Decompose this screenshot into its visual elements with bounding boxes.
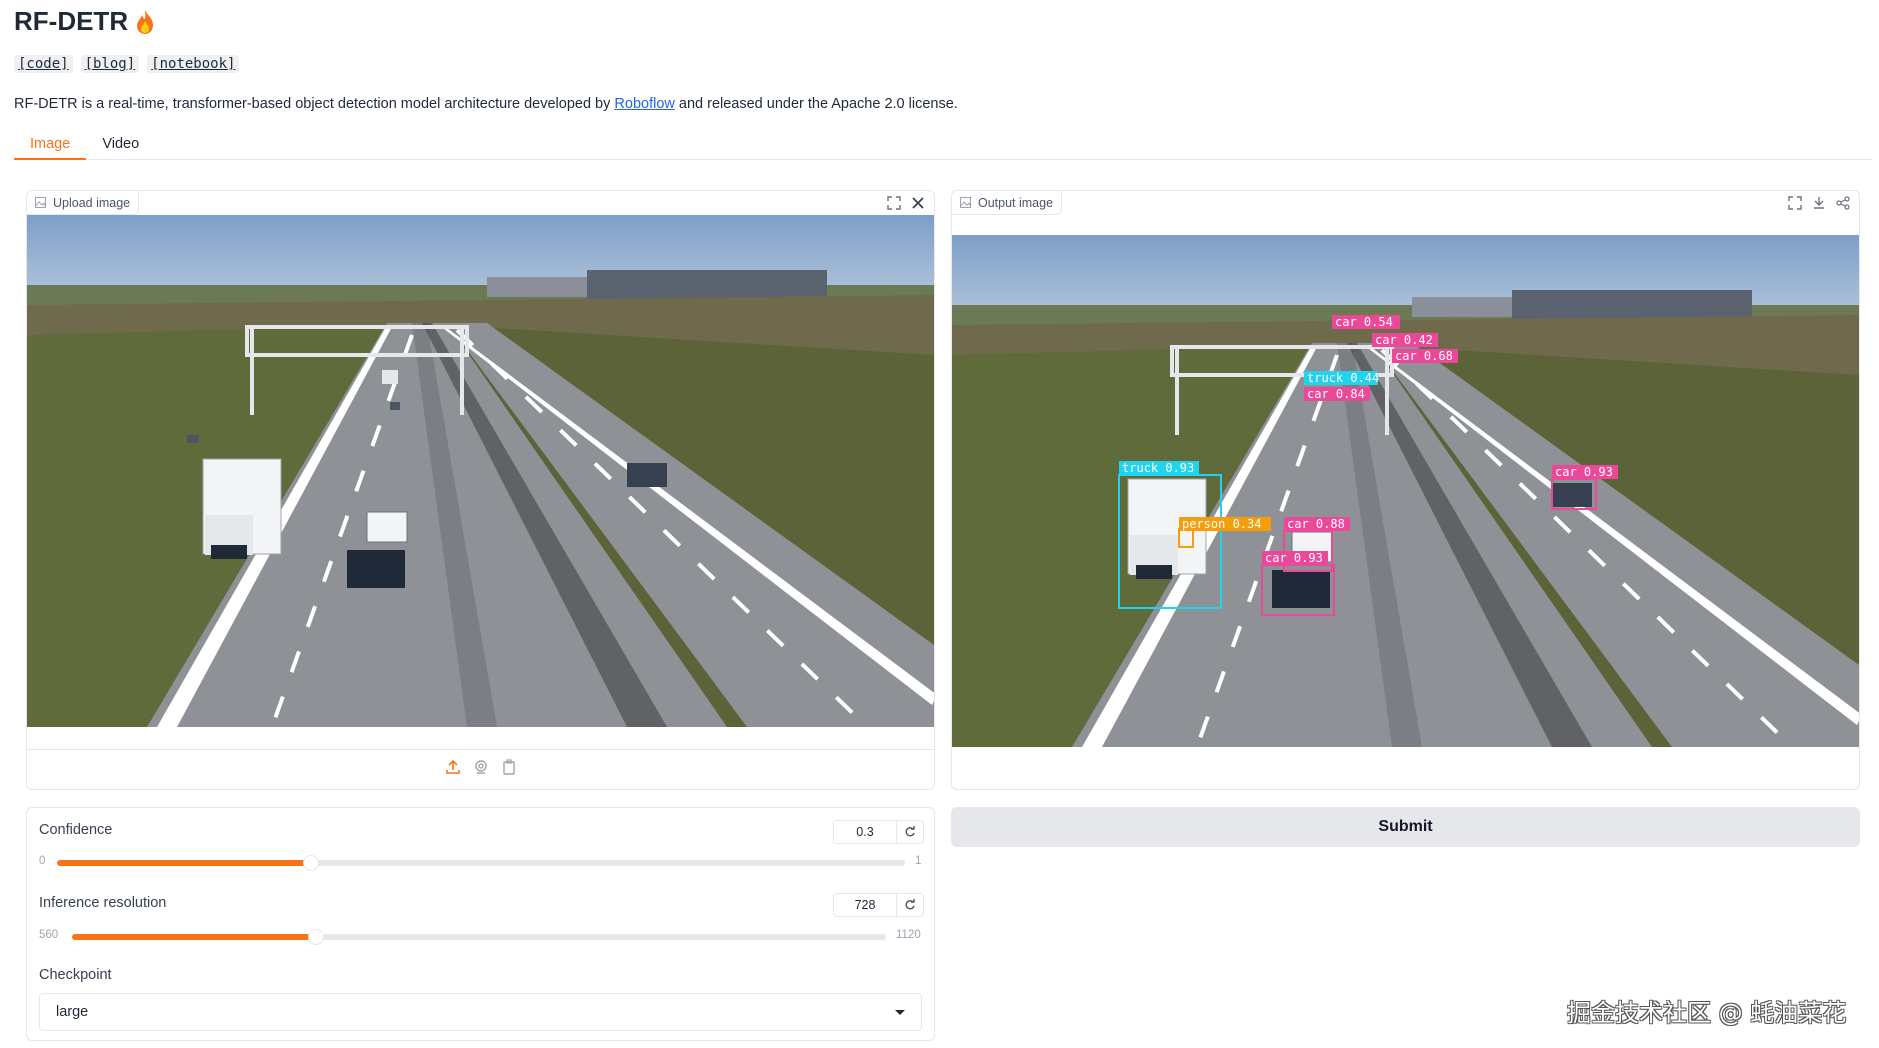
upload-image-panel: Upload image (26, 190, 935, 790)
description: RF-DETR is a real-time, transformer-base… (14, 96, 958, 112)
tab-bar: Image Video (14, 134, 1872, 160)
resolution-max: 1120 (896, 929, 921, 941)
submit-button[interactable]: Submit (951, 807, 1860, 847)
resolution-slider-thumb[interactable] (308, 929, 325, 945)
detection-car-far-4: car 0.68 (1392, 349, 1458, 363)
output-image: truck 0.93 person 0.34 car 0.88 car 0.93 (952, 235, 1859, 747)
chevron-down-icon (895, 1009, 905, 1015)
resolution-input[interactable]: 728 (834, 894, 897, 916)
detection-truck-far: truck 0.44 (1304, 371, 1379, 385)
confidence-input[interactable]: 0.3 (834, 821, 897, 843)
output-image-panel: Output image truck 0.93 person 0.34 car … (951, 190, 1860, 790)
resource-links: [code] [blog] [notebook] (14, 55, 240, 73)
confidence-slider[interactable] (57, 855, 905, 871)
tab-video[interactable]: Video (86, 134, 155, 160)
svg-text:truck 0.93: truck 0.93 (1122, 461, 1194, 475)
page-title: RF-DETR (14, 6, 156, 37)
svg-text:car 0.54: car 0.54 (1335, 315, 1393, 329)
resolution-min: 560 (39, 929, 59, 941)
flame-icon (137, 9, 154, 34)
svg-text:person 0.34: person 0.34 (1182, 517, 1261, 531)
close-icon[interactable] (908, 193, 928, 213)
fullscreen-icon[interactable] (884, 193, 904, 213)
resolution-slider[interactable] (72, 929, 886, 945)
uploaded-image[interactable] (27, 215, 934, 727)
confidence-max: 1 (915, 855, 922, 867)
svg-text:car 0.93: car 0.93 (1265, 551, 1323, 565)
resolution-number: 728 (833, 893, 924, 917)
share-icon[interactable] (1833, 193, 1853, 213)
tab-image[interactable]: Image (14, 134, 87, 160)
notebook-link[interactable]: [notebook] (147, 55, 240, 73)
watermark: 掘金技术社区 @ 蚝油菜花 (1567, 999, 1847, 1027)
upload-image-label-text: Upload image (53, 196, 131, 210)
checkpoint-dropdown[interactable]: large (39, 993, 922, 1031)
confidence-min: 0 (39, 855, 46, 867)
svg-text:car 0.88: car 0.88 (1287, 517, 1345, 531)
reset-icon[interactable] (897, 821, 923, 843)
reset-icon[interactable] (897, 894, 923, 916)
webcam-icon[interactable] (473, 759, 489, 780)
svg-text:car 0.42: car 0.42 (1375, 333, 1433, 347)
fullscreen-icon[interactable] (1785, 193, 1805, 213)
detection-car-far-3: car 0.42 (1372, 333, 1438, 347)
description-suffix: and released under the Apache 2.0 licens… (674, 96, 958, 112)
svg-text:car 0.93: car 0.93 (1555, 465, 1613, 479)
image-icon (960, 197, 971, 208)
checkpoint-value: large (56, 1004, 89, 1020)
upload-panel-tools (884, 193, 928, 213)
resolution-slider-fill (72, 934, 317, 940)
upload-image-label: Upload image (27, 191, 140, 215)
output-image-label-text: Output image (978, 196, 1054, 210)
roboflow-link[interactable]: Roboflow (614, 96, 674, 112)
svg-text:truck 0.44: truck 0.44 (1307, 371, 1379, 385)
checkpoint-label: Checkpoint (39, 967, 112, 983)
upload-source-bar (27, 749, 934, 789)
confidence-slider-fill (57, 860, 312, 866)
download-icon[interactable] (1809, 193, 1829, 213)
confidence-label: Confidence (39, 822, 113, 838)
resolution-label: Inference resolution (39, 895, 167, 911)
controls-panel: Confidence 0.3 0 1 Inference resolution … (26, 807, 935, 1041)
code-link[interactable]: [code] (14, 55, 73, 73)
confidence-number: 0.3 (833, 820, 924, 844)
upload-icon[interactable] (445, 759, 461, 780)
title-text: RF-DETR (14, 6, 129, 36)
output-panel-tools (1785, 193, 1853, 213)
clipboard-icon[interactable] (501, 759, 517, 780)
svg-text:car 0.84: car 0.84 (1307, 387, 1365, 401)
detection-car-far-1: car 0.84 (1304, 387, 1370, 401)
image-icon (35, 197, 46, 208)
svg-text:car 0.68: car 0.68 (1395, 349, 1453, 363)
blog-link[interactable]: [blog] (80, 55, 140, 73)
output-image-label: Output image (952, 191, 1063, 215)
confidence-slider-thumb[interactable] (303, 855, 320, 871)
detection-car-far-2: car 0.54 (1332, 315, 1400, 329)
description-prefix: RF-DETR is a real-time, transformer-base… (14, 96, 615, 112)
